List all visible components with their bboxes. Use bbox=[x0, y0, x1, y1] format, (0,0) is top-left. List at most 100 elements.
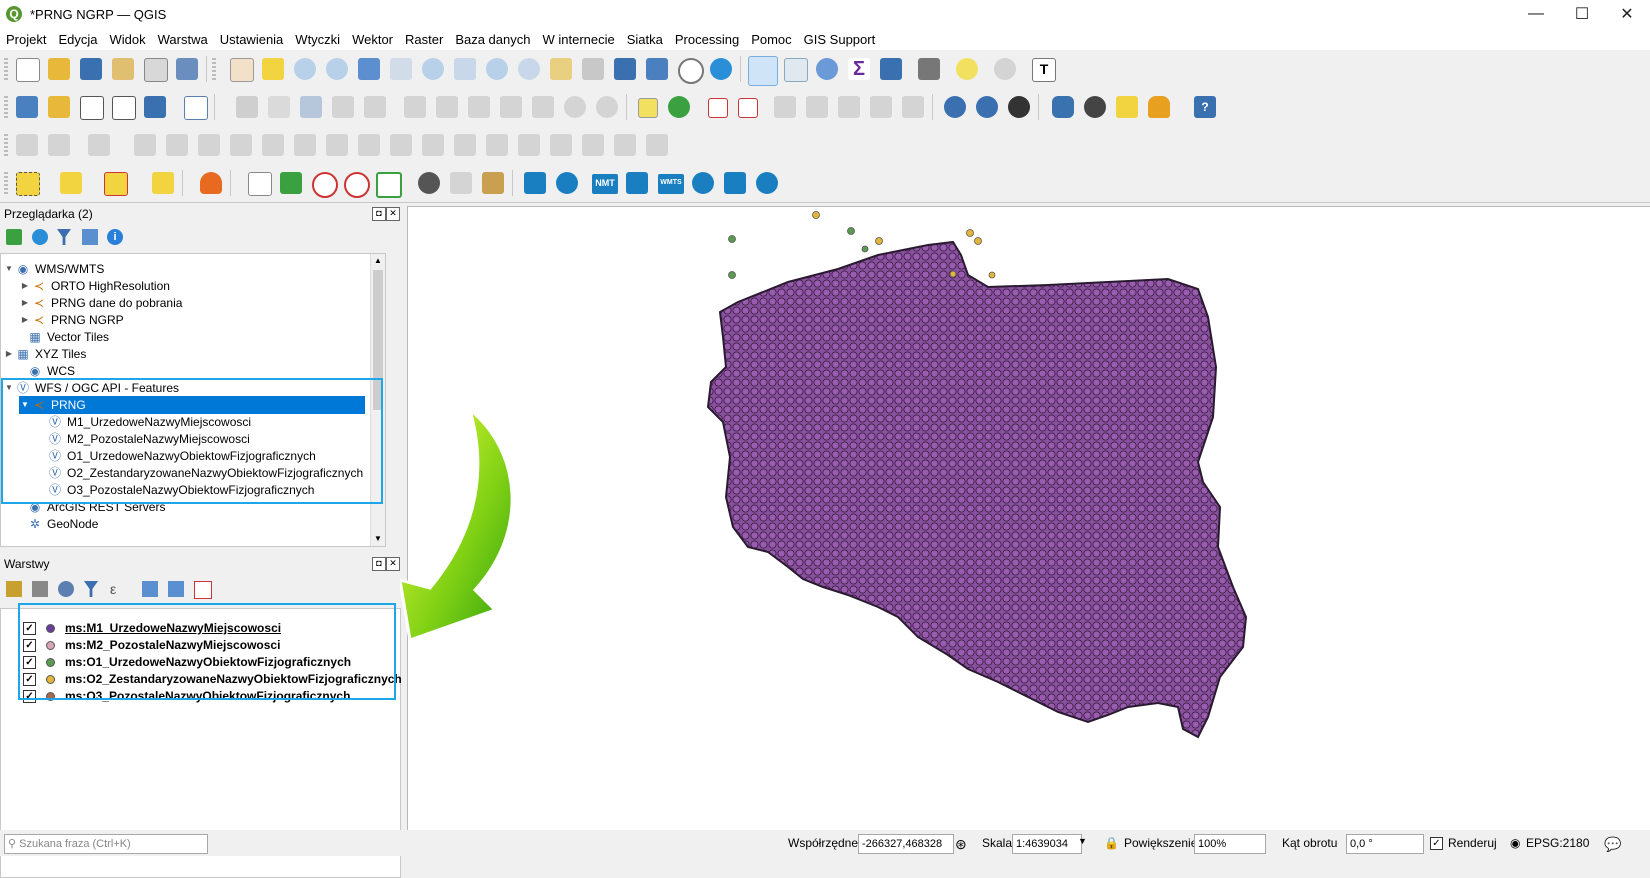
pin-labels-icon[interactable] bbox=[708, 98, 728, 118]
statistics-sigma-icon[interactable]: Σ bbox=[848, 58, 870, 80]
identify-features-icon[interactable] bbox=[748, 56, 778, 86]
zoom-out-icon[interactable] bbox=[326, 58, 348, 80]
expand-all-icon[interactable] bbox=[142, 581, 158, 597]
toolbar-grip[interactable] bbox=[4, 172, 8, 194]
wrench-tools-icon[interactable] bbox=[482, 172, 504, 194]
menu-gis-support[interactable]: GIS Support bbox=[798, 32, 882, 47]
refresh-browser-icon[interactable] bbox=[32, 229, 48, 245]
crest-icon[interactable] bbox=[756, 172, 778, 194]
minimize-button[interactable]: — bbox=[1513, 0, 1559, 28]
tree-item-vector-tiles[interactable]: ▦ Vector Tiles bbox=[15, 328, 109, 346]
cut-features-icon[interactable] bbox=[468, 96, 490, 118]
new-project-icon[interactable] bbox=[16, 58, 40, 82]
collapsed-arrow-icon[interactable]: ▶ bbox=[3, 345, 15, 363]
offset-curve-icon[interactable] bbox=[518, 134, 540, 156]
zoom-layer-icon[interactable] bbox=[422, 58, 444, 80]
toolbar-grip[interactable] bbox=[4, 96, 8, 118]
attribute-table-icon[interactable] bbox=[784, 58, 808, 82]
lock-icon[interactable]: 🔒 bbox=[1104, 836, 1119, 850]
download-icon[interactable] bbox=[200, 172, 222, 194]
data-source-manager-icon[interactable] bbox=[16, 96, 38, 118]
show-bookmarks-icon[interactable] bbox=[646, 58, 668, 80]
menu-ustawienia[interactable]: Ustawienia bbox=[214, 32, 290, 47]
label-properties-icon[interactable] bbox=[902, 96, 924, 118]
plugin-frog-icon[interactable] bbox=[1116, 96, 1138, 118]
layers-stack-icon[interactable] bbox=[626, 172, 648, 194]
toggle-extents-icon[interactable]: ⊛ bbox=[955, 836, 967, 853]
xy-tool-icon[interactable] bbox=[450, 172, 472, 194]
toolbar-grip[interactable] bbox=[4, 58, 8, 80]
simplify-feature-icon[interactable] bbox=[326, 134, 348, 156]
add-ring-icon[interactable] bbox=[358, 134, 380, 156]
add-polygon-icon[interactable] bbox=[198, 134, 220, 156]
close-button[interactable]: ✕ bbox=[1604, 0, 1650, 28]
add-part-icon[interactable] bbox=[390, 134, 412, 156]
undo-icon[interactable] bbox=[564, 96, 586, 118]
label-toolbar-icon[interactable] bbox=[638, 98, 658, 118]
metasearch-icon[interactable] bbox=[944, 96, 966, 118]
close-panel-icon[interactable]: ✕ bbox=[386, 207, 400, 221]
open-project-icon[interactable] bbox=[48, 58, 70, 80]
scale-field[interactable]: 1:4639034 bbox=[1012, 834, 1082, 854]
toolbar-grip[interactable] bbox=[212, 58, 216, 80]
maximize-button[interactable]: ☐ bbox=[1559, 0, 1605, 28]
wmts-button[interactable]: WMTS bbox=[658, 174, 684, 194]
menu-warstwa[interactable]: Warstwa bbox=[152, 32, 214, 47]
coordinates-field[interactable]: -266327,468328 bbox=[858, 834, 954, 854]
collapse-all-layers-icon[interactable] bbox=[168, 581, 184, 597]
new-shapefile-icon[interactable] bbox=[80, 96, 104, 120]
globe-service-icon[interactable] bbox=[692, 172, 714, 194]
scale-dropdown-icon[interactable]: ▼ bbox=[1078, 836, 1087, 846]
menu-widok[interactable]: Widok bbox=[104, 32, 152, 47]
rotate-point-symbols-icon[interactable] bbox=[646, 134, 668, 156]
move-label-icon[interactable] bbox=[774, 96, 796, 118]
edit-pencil-icon[interactable] bbox=[236, 96, 258, 118]
style-manager-icon[interactable] bbox=[176, 58, 198, 80]
collapsed-arrow-icon[interactable]: ▶ bbox=[19, 311, 31, 329]
select-by-location-icon[interactable] bbox=[152, 172, 174, 194]
add-group-icon[interactable] bbox=[32, 581, 48, 597]
search-map-icon[interactable] bbox=[312, 172, 338, 198]
add-wfs-icon[interactable] bbox=[184, 96, 208, 120]
menu-baza-danych[interactable]: Baza danych bbox=[449, 32, 536, 47]
fill-ring-icon[interactable] bbox=[422, 134, 444, 156]
open-report-icon[interactable] bbox=[248, 172, 272, 196]
move-feature-icon[interactable] bbox=[230, 134, 252, 156]
split-parts-icon[interactable] bbox=[582, 134, 604, 156]
geoportal-search-icon[interactable] bbox=[976, 96, 998, 118]
print-layout-icon[interactable] bbox=[144, 58, 168, 82]
float-panel-icon[interactable]: ◘ bbox=[372, 207, 386, 221]
add-circular-string-icon[interactable] bbox=[48, 134, 70, 156]
copy-features-icon[interactable] bbox=[500, 96, 522, 118]
delete-ring-icon[interactable] bbox=[454, 134, 476, 156]
scroll-down-icon[interactable]: ▼ bbox=[371, 532, 385, 546]
new-temp-layer-icon[interactable] bbox=[112, 96, 136, 120]
add-rectangle-icon[interactable] bbox=[166, 134, 188, 156]
toolbar-grip[interactable] bbox=[4, 134, 8, 156]
tree-item-prng-ngrp[interactable]: ▶ ≺ PRNG NGRP bbox=[19, 311, 124, 329]
add-feature-icon[interactable] bbox=[332, 96, 354, 118]
select-features-icon[interactable] bbox=[16, 172, 40, 196]
crs-button[interactable]: EPSG:2180 bbox=[1526, 836, 1589, 850]
properties-info-icon[interactable]: i bbox=[107, 229, 123, 245]
menu-wektor[interactable]: Wektor bbox=[346, 32, 399, 47]
target-icon[interactable] bbox=[556, 172, 578, 194]
delete-selected-icon[interactable] bbox=[436, 96, 458, 118]
person-pin-icon[interactable] bbox=[1148, 96, 1170, 118]
scroll-up-icon[interactable]: ▲ bbox=[371, 254, 385, 268]
expression-filter-icon[interactable]: ε bbox=[110, 581, 126, 597]
binoculars-icon[interactable] bbox=[1084, 96, 1106, 118]
bookmark-icon[interactable] bbox=[614, 58, 636, 80]
zoom-in-icon[interactable] bbox=[294, 58, 316, 80]
filter-legend-icon[interactable] bbox=[84, 581, 98, 597]
refresh-icon[interactable] bbox=[710, 58, 732, 80]
change-label-icon[interactable] bbox=[838, 96, 860, 118]
measure-icon[interactable] bbox=[918, 58, 940, 80]
remove-layer-icon[interactable] bbox=[194, 581, 212, 599]
filter-icon[interactable] bbox=[57, 229, 71, 245]
save-edits-icon[interactable] bbox=[300, 96, 322, 118]
vertex-tool-icon[interactable] bbox=[364, 96, 386, 118]
expanded-arrow-icon[interactable]: ▼ bbox=[3, 260, 15, 278]
reshape-features-icon[interactable] bbox=[486, 134, 508, 156]
rotate-label-icon[interactable] bbox=[806, 96, 828, 118]
